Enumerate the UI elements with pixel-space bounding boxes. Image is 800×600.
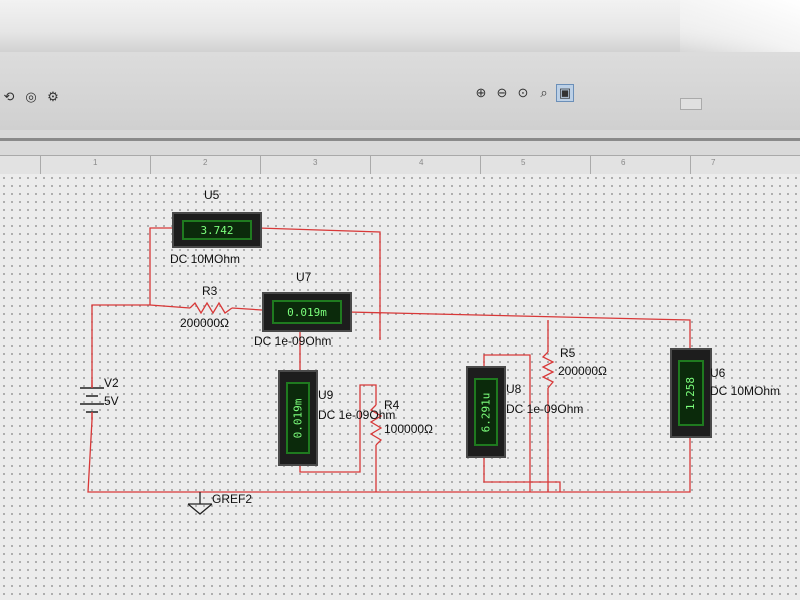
meter-display: 3.742 bbox=[182, 220, 252, 240]
component-mode-u6: DC 10MOhm bbox=[710, 384, 781, 398]
component-ref-u5: U5 bbox=[204, 188, 220, 202]
wire bbox=[231, 307, 263, 311]
meter-display: 0.019m bbox=[286, 382, 310, 454]
meter-reading: 0.019m bbox=[287, 305, 327, 319]
component-value-r5: 200000Ω bbox=[558, 364, 608, 378]
meter-reading: 6.291u bbox=[479, 392, 493, 432]
battery-icon bbox=[80, 380, 104, 420]
component-value-v2: 5V bbox=[104, 394, 119, 408]
component-ref-r3: R3 bbox=[202, 284, 218, 298]
component-mode-u5: DC 10MOhm bbox=[170, 252, 241, 266]
ground-label: GREF2 bbox=[212, 492, 253, 506]
wire bbox=[149, 227, 172, 305]
component-mode-u7: DC 1e-09Ohm bbox=[254, 334, 332, 348]
multimeter-u8[interactable]: 6.291u bbox=[466, 366, 506, 458]
meter-reading: 1.258 bbox=[684, 376, 698, 410]
component-value-r4: 100000Ω bbox=[384, 422, 434, 436]
component-ref-r4: R4 bbox=[384, 398, 400, 412]
wires bbox=[80, 227, 691, 515]
component-ref-v2: V2 bbox=[104, 376, 119, 390]
resistor-r3-symbol bbox=[189, 301, 233, 315]
wire bbox=[560, 430, 691, 493]
meter-display: 0.019m bbox=[272, 300, 342, 324]
ground-icon bbox=[187, 492, 213, 515]
component-ref-u6: U6 bbox=[710, 366, 726, 380]
component-mode-u8: DC 1e-09Ohm bbox=[506, 402, 584, 416]
component-ref-u7: U7 bbox=[296, 270, 312, 284]
wire bbox=[91, 304, 150, 380]
component-ref-r5: R5 bbox=[560, 346, 576, 360]
component-ref-u9: U9 bbox=[318, 388, 334, 402]
component-value-r3: 200000Ω bbox=[180, 316, 230, 330]
multimeter-u5[interactable]: 3.742 bbox=[172, 212, 262, 248]
component-ref-u8: U8 bbox=[506, 382, 522, 396]
meter-display: 1.258 bbox=[678, 360, 704, 426]
meter-reading: 0.019m bbox=[291, 398, 305, 438]
wire bbox=[347, 311, 691, 350]
meter-reading: 3.742 bbox=[200, 223, 234, 237]
meter-display: 6.291u bbox=[474, 378, 498, 446]
resistor-r5-symbol bbox=[541, 351, 555, 389]
multimeter-u6[interactable]: 1.258 bbox=[670, 348, 712, 438]
multimeter-u9[interactable]: 0.019m bbox=[278, 370, 318, 466]
multimeter-u7[interactable]: 0.019m bbox=[262, 292, 352, 332]
wire bbox=[149, 304, 191, 309]
